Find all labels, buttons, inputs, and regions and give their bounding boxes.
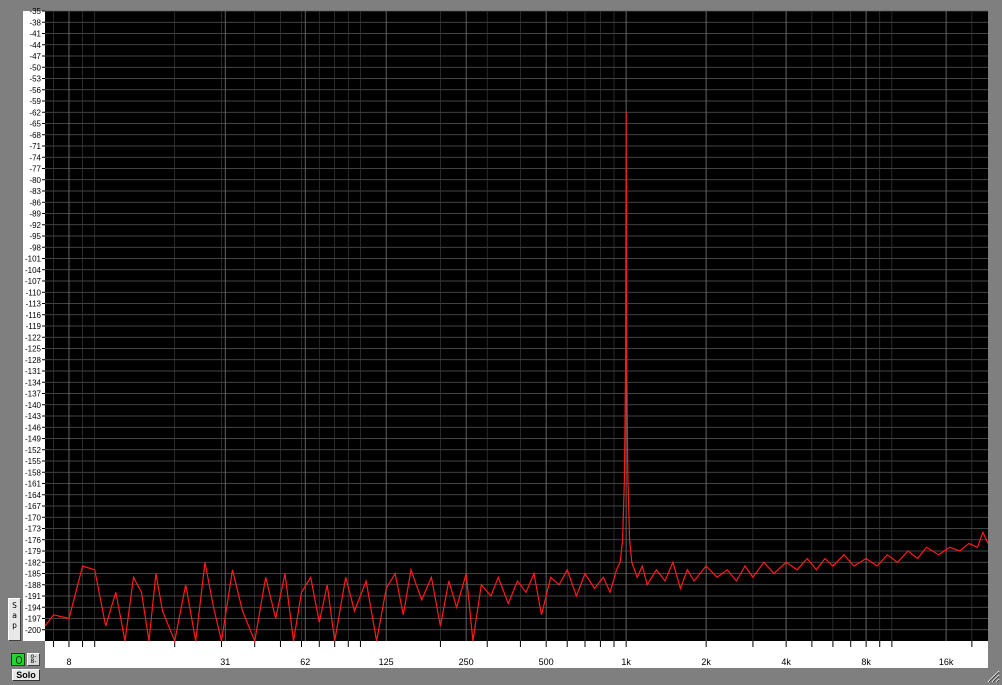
y-tick-label: -194 xyxy=(25,603,42,612)
x-tick-label: 8 xyxy=(66,657,71,667)
y-tick-label: -158 xyxy=(25,468,42,477)
y-tick-label: -137 xyxy=(25,390,42,399)
y-tick-label: -116 xyxy=(26,311,42,320)
y-tick-label: -74 xyxy=(29,153,41,162)
y-tick-label: -44 xyxy=(29,41,41,50)
y-tick-label: -119 xyxy=(26,322,42,331)
snap-button[interactable]: S a p xyxy=(8,598,21,641)
y-tick-label: -56 xyxy=(29,86,41,95)
y-tick-label: -167 xyxy=(25,502,42,511)
y-tick-label: -59 xyxy=(29,97,41,106)
y-tick-label: -113 xyxy=(26,300,42,309)
y-tick-label: -161 xyxy=(25,480,42,489)
y-tick-label: -86 xyxy=(29,198,41,207)
x-tick-label: 16k xyxy=(939,657,954,667)
y-tick-label: -149 xyxy=(25,435,42,444)
y-tick-label: -173 xyxy=(25,525,42,534)
x-tick-label: 125 xyxy=(379,657,394,667)
x-tick-label: 500 xyxy=(539,657,554,667)
y-tick-label: -83 xyxy=(29,187,41,196)
y-tick-label: -41 xyxy=(29,30,41,39)
y-tick-label: -125 xyxy=(25,345,42,354)
y-tick-label: -122 xyxy=(25,333,42,342)
y-tick-label: -101 xyxy=(25,255,42,264)
y-tick-label: -62 xyxy=(29,108,41,117)
x-tick-label: 1k xyxy=(621,657,631,667)
solo-button[interactable]: Solo xyxy=(12,669,40,681)
x-tick-label: 4k xyxy=(781,657,791,667)
y-tick-label: -71 xyxy=(29,142,41,151)
y-tick-label: -140 xyxy=(25,401,42,410)
y-tick-label: -200 xyxy=(25,626,42,635)
y-tick-label: -104 xyxy=(25,266,42,275)
y-tick-label: -68 xyxy=(29,131,41,140)
analyzer-window: -35 -38 -41 -44 -47 -50 -53 -56 -59 -62 -65 -68 -71 -… xyxy=(0,0,1002,685)
y-tick-label: -98 xyxy=(29,243,41,252)
y-tick-label: -92 xyxy=(29,221,41,230)
x-axis-strip xyxy=(45,641,988,668)
y-tick-label: -80 xyxy=(29,176,41,185)
y-tick-label: -38 xyxy=(29,18,41,27)
x-tick-label: 2k xyxy=(701,657,711,667)
y-tick-label: -185 xyxy=(25,570,42,579)
x-tick-label: 250 xyxy=(459,657,474,667)
y-tick-label: -143 xyxy=(25,412,42,421)
y-tick-label: -179 xyxy=(25,547,42,556)
y-tick-label: -131 xyxy=(25,367,42,376)
y-tick-label: -176 xyxy=(25,536,42,545)
y-tick-label: -89 xyxy=(29,210,41,219)
y-tick-label: -146 xyxy=(25,423,42,432)
y-tick-label: -191 xyxy=(25,592,42,601)
y-tick-label: -152 xyxy=(25,446,42,455)
y-tick-label: -128 xyxy=(25,356,42,365)
spectrum-chart: -35 -38 -41 -44 -47 -50 -53 -56 -59 -62 -65 -68 -71 -… xyxy=(23,7,989,668)
x-tick-label: 62 xyxy=(300,657,310,667)
y-tick-label: -65 xyxy=(29,120,41,129)
y-tick-label: -50 xyxy=(29,63,41,72)
y-tick-label: -95 xyxy=(29,232,41,241)
y-tick-label: -47 xyxy=(29,52,41,61)
y-tick-label: -77 xyxy=(29,165,41,174)
x-tick-label: 8k xyxy=(861,657,871,667)
y-tick-label: -182 xyxy=(25,558,42,567)
y-tick-label: -155 xyxy=(25,457,42,466)
y-tick-label: -170 xyxy=(25,513,42,522)
y-tick-label: -197 xyxy=(25,615,42,624)
y-tick-label: -188 xyxy=(25,581,42,590)
y-tick-label: -164 xyxy=(25,491,42,500)
resize-grip-icon[interactable] xyxy=(986,669,1000,683)
options-button[interactable]: o- 8- xyxy=(27,653,40,666)
y-tick-label: -134 xyxy=(25,378,42,387)
x-tick-label: 31 xyxy=(220,657,230,667)
y-tick-label: -110 xyxy=(26,288,42,297)
y-tick-label: -107 xyxy=(25,277,42,286)
power-toggle-icon[interactable] xyxy=(11,653,25,666)
y-tick-label: -53 xyxy=(29,75,41,84)
y-tick-label: -35 xyxy=(29,7,41,16)
